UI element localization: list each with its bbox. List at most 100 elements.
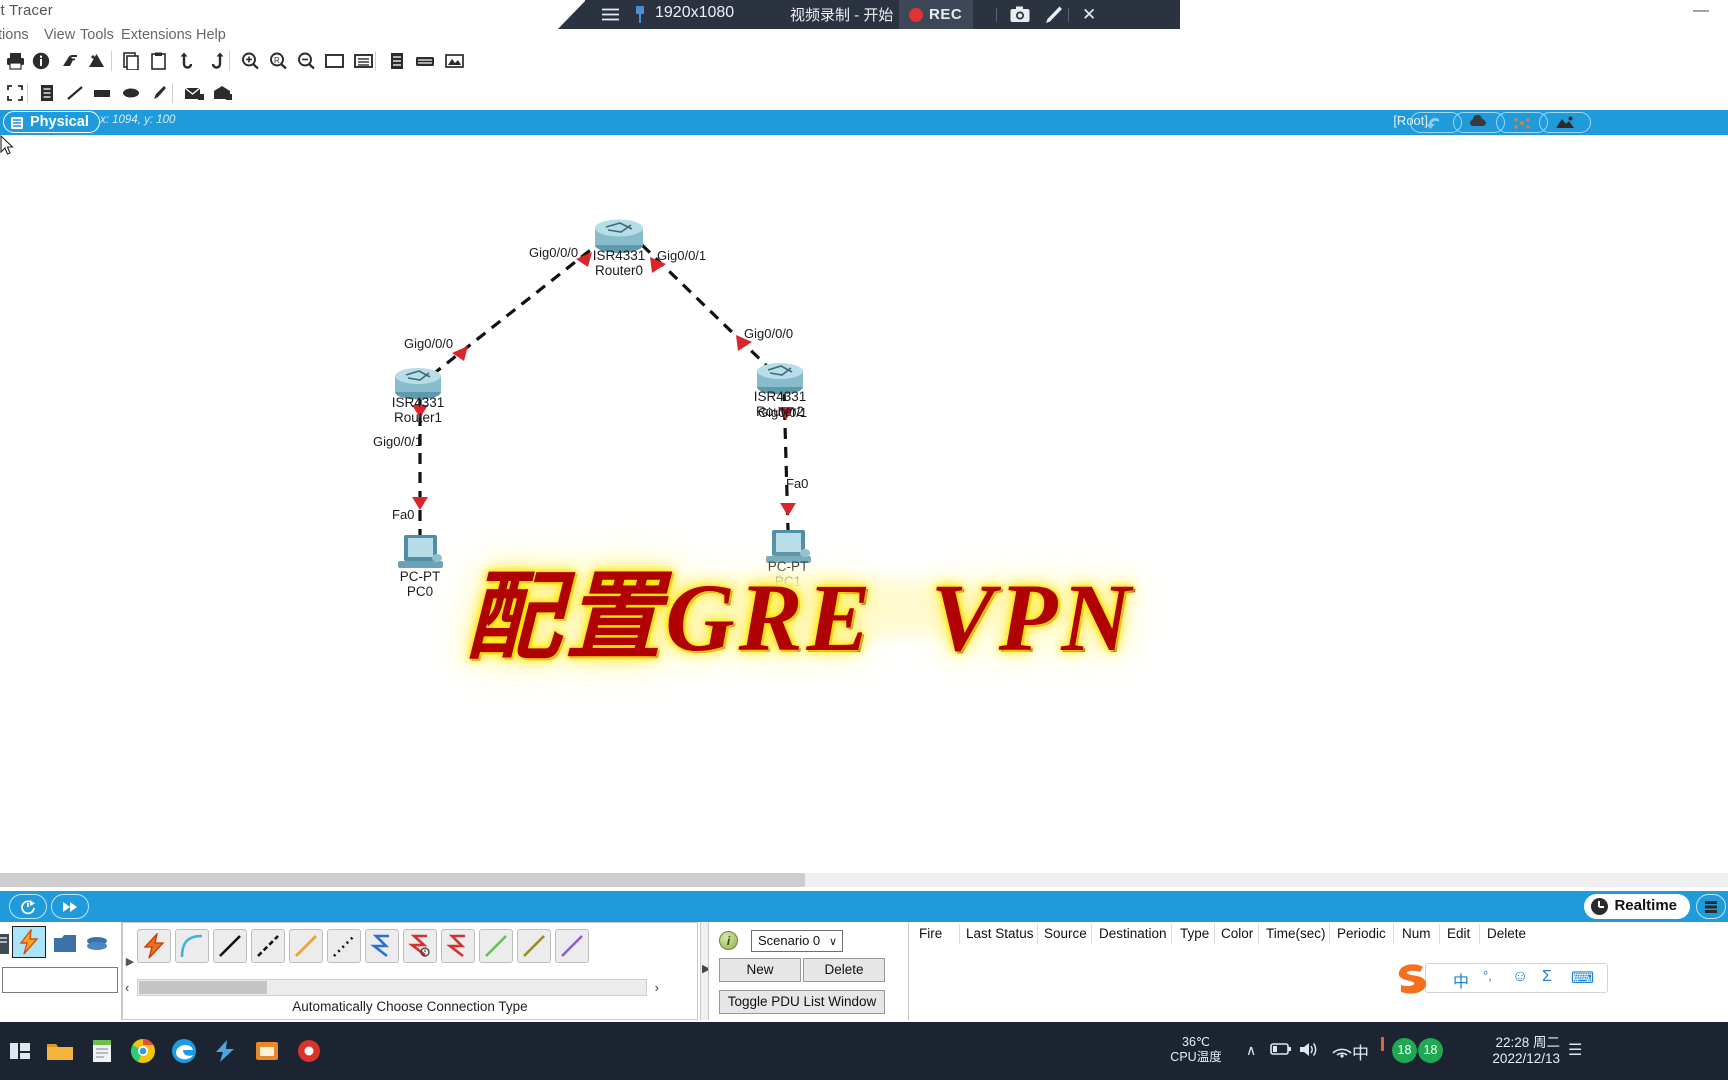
ime-punctuation-icon[interactable]: °, <box>1483 968 1492 983</box>
pdu-panel-splitter[interactable]: ▶ <box>700 922 710 1020</box>
ime-voice-icon[interactable]: Ʃ <box>1542 968 1552 986</box>
select-icon[interactable] <box>2 80 28 106</box>
pdu-column-source[interactable]: Source <box>1044 926 1087 941</box>
ime-keyboard-icon[interactable]: ⌨ <box>1571 968 1594 988</box>
device-search-input[interactable] <box>2 967 118 993</box>
show-hidden-icons[interactable]: ∧ <box>1246 1042 1256 1059</box>
pdu-column-destination[interactable]: Destination <box>1099 926 1167 941</box>
record-button[interactable]: REC <box>899 0 974 29</box>
network-description-icon[interactable] <box>384 48 410 74</box>
print-icon[interactable] <box>2 48 28 74</box>
simple-pdu-icon[interactable] <box>181 80 207 106</box>
coaxial-connection-icon[interactable] <box>365 929 399 963</box>
task-view-icon[interactable] <box>0 1031 40 1071</box>
pdu-column-color[interactable]: Color <box>1221 926 1253 941</box>
scroll-right-arrow[interactable]: › <box>655 980 659 995</box>
inspect-icon[interactable] <box>34 80 60 106</box>
pen-icon[interactable] <box>1045 5 1065 24</box>
copper-crossover-icon[interactable] <box>251 929 285 963</box>
multiuser-icon[interactable] <box>80 928 114 960</box>
pka-icon[interactable] <box>412 48 438 74</box>
console-connection-icon[interactable] <box>175 929 209 963</box>
delete-icon[interactable] <box>147 80 173 106</box>
pdu-column-edit[interactable]: Edit <box>1447 926 1470 941</box>
recorder-red-icon[interactable] <box>289 1031 329 1071</box>
file-explorer-icon[interactable] <box>40 1031 80 1071</box>
connections-scrollbar[interactable]: ‹ › <box>125 979 659 996</box>
pdu-column-last-status[interactable]: Last Status <box>966 926 1034 941</box>
palette-window-icon[interactable] <box>321 48 347 74</box>
zoom-reset-icon[interactable]: R <box>265 48 291 74</box>
pdu-column-type[interactable]: Type <box>1180 926 1209 941</box>
toggle-pdu-list-window-button[interactable]: Toggle PDU List Window <box>719 990 885 1014</box>
simulation-mode-button[interactable] <box>1696 894 1726 919</box>
zoom-in-icon[interactable] <box>237 48 263 74</box>
undo-icon[interactable] <box>175 48 201 74</box>
serial-dce-icon[interactable] <box>403 929 437 963</box>
fiber-connection-icon[interactable] <box>289 929 323 963</box>
close-icon[interactable]: ✕ <box>1082 5 1096 25</box>
canvas-hscrollbar[interactable] <box>0 873 1728 887</box>
notification-center-icon[interactable]: ☰ <box>1568 1040 1582 1060</box>
battery-icon[interactable] <box>1270 1040 1292 1058</box>
list-window-icon[interactable] <box>350 48 376 74</box>
connections-icon[interactable] <box>12 926 46 958</box>
taskbar-clock[interactable]: 22:28 周二 2022/12/13 <box>1450 1035 1560 1067</box>
badge-icon-1[interactable]: 18 <box>1392 1038 1417 1063</box>
camera-icon[interactable] <box>1010 5 1030 24</box>
redo-icon[interactable] <box>203 48 229 74</box>
menu-item-tions[interactable]: tions <box>0 27 29 43</box>
delete-scenario-button[interactable]: Delete <box>803 958 885 982</box>
draw-ellipse-icon[interactable] <box>118 80 144 106</box>
draw-line-icon[interactable] <box>62 80 88 106</box>
sogou-ime-logo-icon[interactable] <box>1393 961 1431 997</box>
phone-connection-icon[interactable] <box>327 929 361 963</box>
menu-item-help[interactable]: Help <box>196 27 226 43</box>
volume-icon[interactable] <box>1298 1040 1320 1058</box>
complex-pdu-icon[interactable] <box>210 80 236 106</box>
minimize-button[interactable]: — <box>1690 3 1712 22</box>
edge-icon[interactable] <box>164 1031 204 1071</box>
draw-rectangle-icon[interactable] <box>89 80 115 106</box>
network-icon[interactable] <box>1331 1040 1353 1058</box>
image-icon[interactable] <box>441 48 467 74</box>
miscellaneous-icon[interactable] <box>48 928 82 960</box>
auto-connection-icon[interactable] <box>137 929 171 963</box>
pdu-column-fire[interactable]: Fire <box>919 926 942 941</box>
recorder-pin-icon[interactable] <box>632 5 648 24</box>
serial-dte-icon[interactable] <box>441 929 475 963</box>
new-scenario-button[interactable]: New <box>719 958 801 982</box>
custom-device-icon[interactable] <box>83 48 109 74</box>
connections-scrollbar-thumb[interactable] <box>139 981 267 994</box>
menu-item-extensions[interactable]: Extensions <box>121 27 192 43</box>
fast-forward-button[interactable] <box>51 894 89 919</box>
pdu-column-delete[interactable]: Delete <box>1487 926 1526 941</box>
ime-emoji-icon[interactable]: ☺ <box>1512 968 1528 986</box>
canvas-hscrollbar-thumb[interactable] <box>0 873 805 887</box>
zoom-out-icon[interactable] <box>293 48 319 74</box>
octal-connection-icon[interactable] <box>479 929 513 963</box>
menu-item-view[interactable]: View <box>44 27 75 43</box>
scroll-left-arrow[interactable]: ‹ <box>125 980 129 995</box>
pdu-column-num[interactable]: Num <box>1402 926 1431 941</box>
recorder-menu-icon[interactable] <box>602 8 619 21</box>
paste-icon[interactable] <box>146 48 172 74</box>
connections-prev-arrow[interactable]: ▶ <box>123 951 137 971</box>
copy-icon[interactable] <box>118 48 144 74</box>
badge-icon-2[interactable]: 18 <box>1418 1038 1443 1063</box>
scenario-select[interactable]: Scenario 0 ∨ <box>751 930 843 952</box>
ime-mode-icon[interactable]: 中 <box>1352 1039 1369 1064</box>
pdu-column-time[interactable]: Time(sec) <box>1266 926 1326 941</box>
app-orange-icon[interactable] <box>247 1031 287 1071</box>
realtime-mode-button[interactable]: Realtime <box>1584 894 1690 919</box>
palette-icon[interactable] <box>56 48 82 74</box>
pdu-column-periodic[interactable]: Periodic <box>1337 926 1386 941</box>
info-icon[interactable] <box>28 48 54 74</box>
app-blue-icon[interactable] <box>205 1031 245 1071</box>
notes-icon[interactable] <box>82 1031 122 1071</box>
realtime-reset-button[interactable] <box>9 894 47 919</box>
physical-view-tab[interactable]: Physical <box>3 111 100 133</box>
workspace-canvas[interactable]: ISR4331 Router0 ISR4331 Router1 ISR4331 Rou… <box>0 135 1728 875</box>
ime-lang-icon[interactable]: 中 <box>1453 968 1469 992</box>
iot-custom-cable-icon[interactable] <box>517 929 551 963</box>
